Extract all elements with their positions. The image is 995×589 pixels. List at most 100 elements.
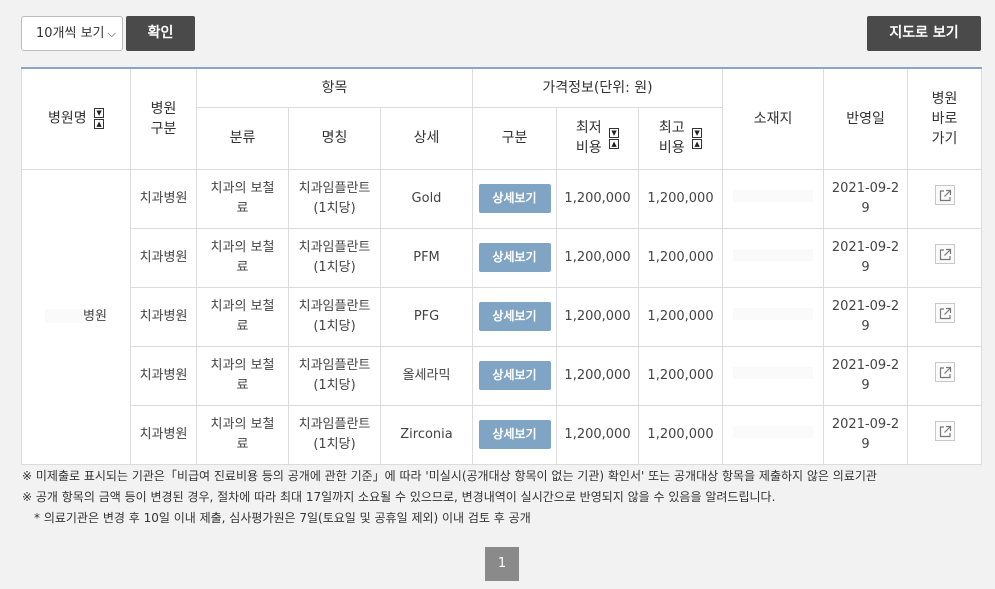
header-location: 소재지 [722, 67, 825, 170]
external-link-icon[interactable] [934, 421, 955, 441]
location-cell [722, 168, 825, 229]
category-cell: 치과의 보철 료 [196, 227, 289, 288]
cell-line: 치과임플란트 [298, 416, 371, 432]
sort-up-down-icon[interactable]: ▼ ▲ [609, 127, 620, 149]
date-cell: 2021-09-2 9 [823, 286, 909, 347]
cell-line: (1치당) [313, 259, 356, 275]
location-cell [722, 227, 825, 288]
cell-line: (1치당) [313, 318, 356, 334]
cell-line: 료 [236, 259, 249, 275]
redacted-text [733, 248, 814, 261]
min-cost-cell: 1,200,000 [556, 227, 640, 288]
max-cost-cell: 1,200,000 [638, 168, 724, 229]
max-cost-cell: 1,200,000 [638, 345, 724, 406]
category-cell: 치과의 보철료 [196, 345, 289, 406]
cell-line: 치과의 보철 [210, 416, 275, 432]
detail-cell: PFM [379, 227, 474, 288]
min-cost-cell: 1,200,000 [556, 404, 640, 465]
date-cell: 2021-09-2 9 [823, 168, 909, 229]
header-label: 병원 [150, 100, 177, 117]
price-table: 병원명 ▼ ▲ 병원 구분 항목 가격정보(단위: 원) 소재지 반영일 병원 바… [21, 67, 983, 465]
goto-cell [907, 286, 983, 347]
confirm-button[interactable]: 확인 [126, 16, 195, 51]
pagination-page-1[interactable]: 1 [485, 547, 519, 581]
cell-line: 2021-09-2 [831, 357, 900, 373]
redacted-text [733, 425, 814, 438]
sort-up-down-icon[interactable]: ▼ ▲ [692, 127, 703, 149]
cell-line: 9 [861, 436, 870, 452]
max-cost-cell: 1,200,000 [638, 286, 724, 347]
cell-line: 9 [861, 200, 870, 216]
goto-cell [907, 404, 983, 465]
cell-line: 2021-09-2 [831, 239, 900, 255]
redacted-text [733, 366, 814, 379]
table-row: 치과병원 치과의 보철료 치과임플란트 (1치당) 올세라믹 상세보기 1,200… [22, 345, 983, 406]
header-hospital-name: 병원명 ▼ ▲ [21, 67, 131, 170]
date-cell: 2021-09-2 9 [823, 227, 909, 288]
cell-line: 료 [236, 377, 249, 393]
cell-line: 료 [236, 200, 249, 216]
name-cell: 치과임플란트 (1치당) [288, 168, 381, 229]
hospital-name: 병원 [83, 308, 107, 324]
detail-cell: Gold [379, 168, 474, 229]
cell-line: 치과임플란트 [298, 239, 371, 255]
date-cell: 2021-09-2 9 [823, 404, 909, 465]
category-cell: 치과의 보철료 [196, 404, 289, 465]
table-row: 병원 치과병원 치과의 보철 료 치과임플란트 (1치당) Gold 상세보기 1,… [21, 168, 983, 465]
external-link-icon[interactable] [934, 244, 955, 264]
header-label: 최고 [658, 120, 685, 136]
page-size-value: 10개씩 보기 [36, 26, 105, 41]
map-view-button[interactable]: 지도로 보기 [867, 16, 981, 51]
redacted-text [45, 309, 84, 323]
external-link-icon[interactable] [934, 185, 955, 205]
detail-view-button[interactable]: 상세보기 [478, 361, 551, 390]
detail-view-button[interactable]: 상세보기 [478, 243, 551, 272]
header-label: 가기 [931, 130, 958, 147]
cell-line: 치과의 보철 [210, 298, 275, 314]
location-cell [722, 404, 825, 465]
header-price-type: 구분 [472, 106, 558, 170]
external-link-icon[interactable] [934, 303, 955, 323]
hospital-type-cell: 치과병원 [130, 227, 197, 288]
cell-line: 2021-09-2 [831, 416, 900, 432]
cell-line: 료 [236, 436, 249, 452]
header-name: 명칭 [288, 106, 381, 170]
hospital-type-cell: 치과병원 [130, 345, 197, 406]
header-label: 최저 [575, 120, 602, 136]
cell-line: (1치당) [313, 377, 356, 393]
detail-cell: 올세라믹 [379, 345, 474, 406]
detail-view-button[interactable]: 상세보기 [478, 184, 551, 213]
price-type-cell: 상세보기 [472, 404, 558, 465]
cell-line: 료 [236, 318, 249, 334]
cell-line: 2021-09-2 [831, 298, 900, 314]
toolbar: 10개씩 보기 ⌵ 확인 지도로 보기 [21, 16, 981, 52]
sort-up-down-icon[interactable]: ▼ ▲ [94, 108, 105, 130]
detail-cell: PFG [379, 286, 474, 347]
header-label: 비용 [658, 140, 685, 156]
detail-view-button[interactable]: 상세보기 [478, 302, 551, 331]
table-row: 치과병원 치과의 보철 료 치과임플란트 (1치당) PFM 상세보기 1,200,… [22, 227, 983, 288]
header-item-group: 항목 [195, 67, 474, 108]
header-price-group: 가격정보(단위: 원) [472, 67, 724, 108]
page-size-select[interactable]: 10개씩 보기 ⌵ [21, 16, 123, 51]
cell-line: 치과의 보철 [210, 357, 275, 373]
cell-line: 9 [861, 377, 870, 393]
header-reflected-date: 반영일 [823, 67, 909, 170]
price-type-cell: 상세보기 [472, 286, 558, 347]
hospital-name-cell[interactable]: 병원 [21, 168, 131, 465]
cell-line: 9 [861, 259, 870, 275]
name-cell: 치과임플란트 (1치당) [288, 227, 381, 288]
detail-view-button[interactable]: 상세보기 [478, 420, 551, 449]
external-link-icon[interactable] [934, 362, 955, 382]
header-label: 구분 [150, 120, 177, 137]
detail-cell: Zirconia [379, 404, 474, 465]
note-line: ※ 공개 항목의 금액 등이 변경된 경우, 절차에 따라 최대 17일까지 소… [22, 490, 776, 504]
price-type-cell: 상세보기 [472, 345, 558, 406]
cell-line: 치과임플란트 [298, 357, 371, 373]
redacted-text [733, 307, 814, 320]
redacted-text [733, 189, 814, 202]
cell-line: 2021-09-2 [831, 180, 900, 196]
header-min-cost: 최저 비용 ▼ ▲ [556, 106, 640, 170]
notes: ※ 미제출로 표시되는 기관은「비급여 진료비용 등의 공개에 관한 기준」에 … [22, 466, 877, 529]
price-type-cell: 상세보기 [472, 168, 558, 229]
